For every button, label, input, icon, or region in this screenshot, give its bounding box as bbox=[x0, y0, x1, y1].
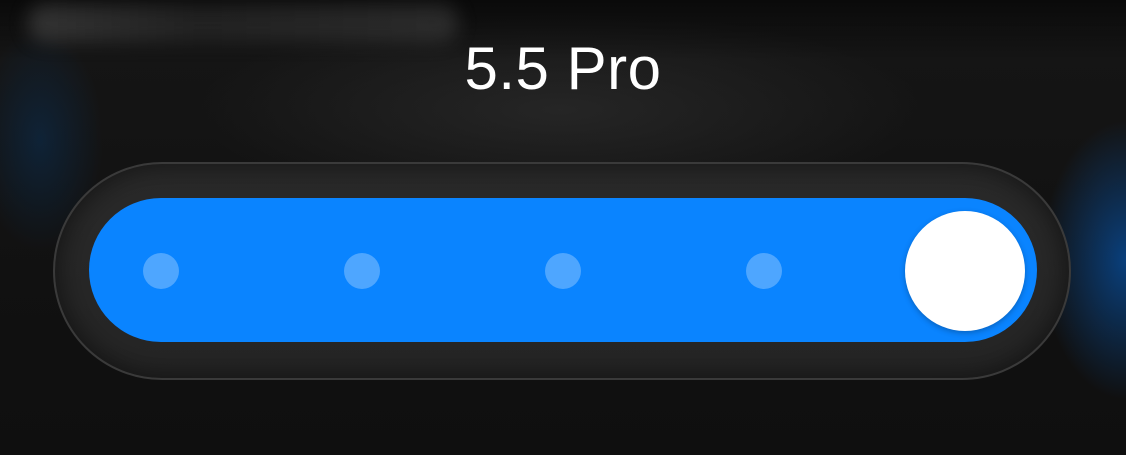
slider-step-4[interactable] bbox=[746, 253, 782, 289]
selected-model-title: 5.5 Pro bbox=[464, 35, 662, 102]
model-picker-screen: 5.5 Pro bbox=[0, 0, 1126, 455]
slider-knob[interactable] bbox=[905, 211, 1025, 331]
slider-step-3[interactable] bbox=[545, 253, 581, 289]
slider-step-2[interactable] bbox=[344, 253, 380, 289]
slider-step-1[interactable] bbox=[143, 253, 179, 289]
